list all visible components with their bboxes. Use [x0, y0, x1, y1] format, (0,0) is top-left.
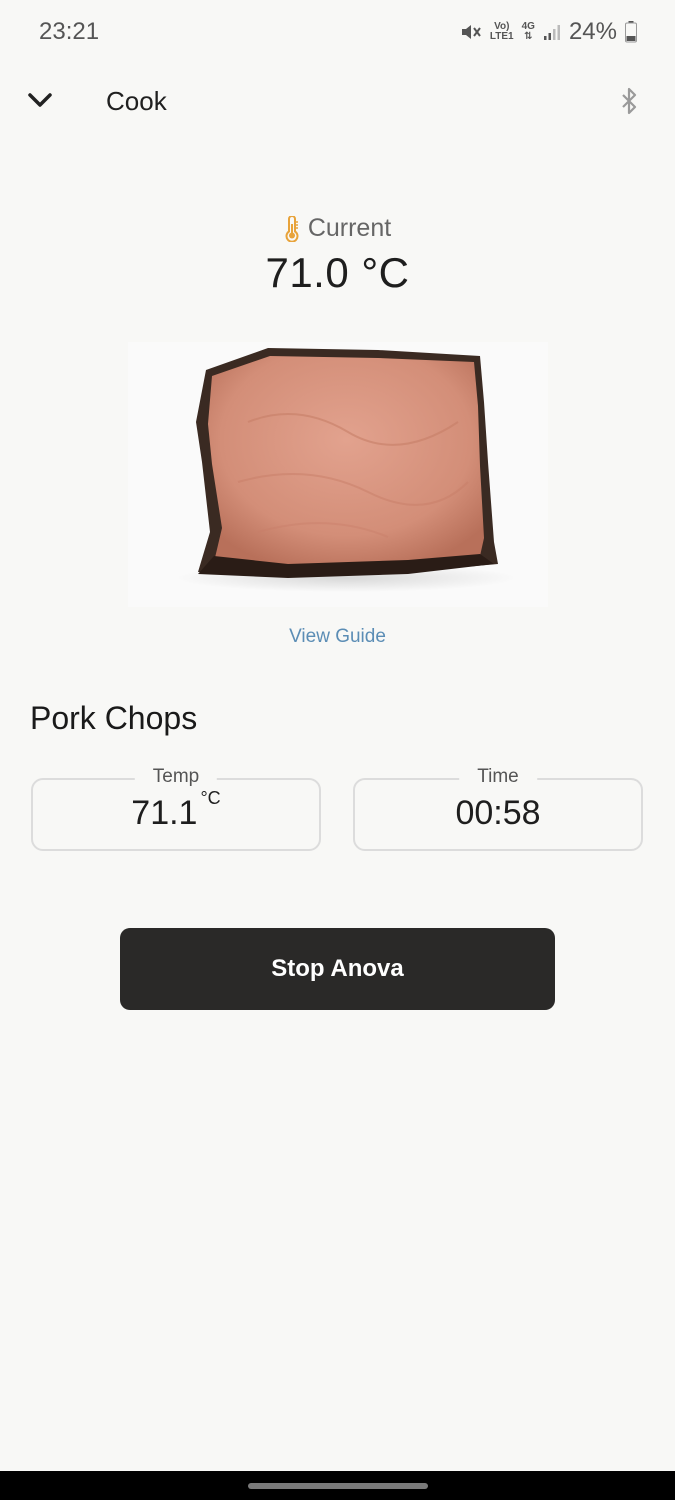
stop-anova-button[interactable]: Stop Anova — [120, 928, 555, 1010]
app-bar: Cook — [0, 72, 675, 132]
page-title: Cook — [106, 86, 167, 116]
time-field-label: Time — [459, 766, 537, 788]
thermometer-icon — [285, 215, 299, 242]
system-navigation-bar — [0, 1471, 675, 1500]
food-image — [128, 342, 548, 607]
view-guide-link[interactable]: View Guide — [0, 626, 675, 648]
temp-field[interactable]: Temp 71.1 °C — [31, 766, 321, 851]
mute-icon — [461, 25, 481, 39]
bluetooth-icon[interactable] — [617, 86, 641, 116]
status-icons: Vo) LTE1 4G ⇅ 24% — [460, 18, 637, 46]
volte-indicator: Vo) LTE1 — [489, 21, 514, 42]
temp-field-label: Temp — [134, 766, 218, 788]
battery-percent: 24% — [568, 18, 617, 45]
battery-icon — [625, 21, 637, 43]
collapse-button[interactable] — [24, 84, 56, 116]
home-gesture-handle[interactable] — [248, 1483, 428, 1489]
status-time: 23:21 — [39, 18, 100, 45]
status-bar: 23:21 Vo) LTE1 4G ⇅ 24% — [0, 0, 675, 64]
chevron-down-icon — [28, 93, 52, 107]
signal-icon — [543, 25, 560, 40]
time-field-value: 00:58 — [455, 794, 541, 832]
current-label: Current — [307, 214, 392, 242]
time-field[interactable]: Time 00:58 — [353, 766, 643, 851]
temp-field-value: 71.1 — [131, 794, 198, 832]
network-4g-indicator: 4G ⇅ — [521, 21, 535, 42]
recipe-name: Pork Chops — [30, 700, 198, 736]
current-temperature-section: Current 71.0 °C — [0, 214, 675, 297]
current-temperature-value: 71.0 °C — [265, 249, 410, 296]
temp-field-unit: °C — [200, 788, 221, 808]
